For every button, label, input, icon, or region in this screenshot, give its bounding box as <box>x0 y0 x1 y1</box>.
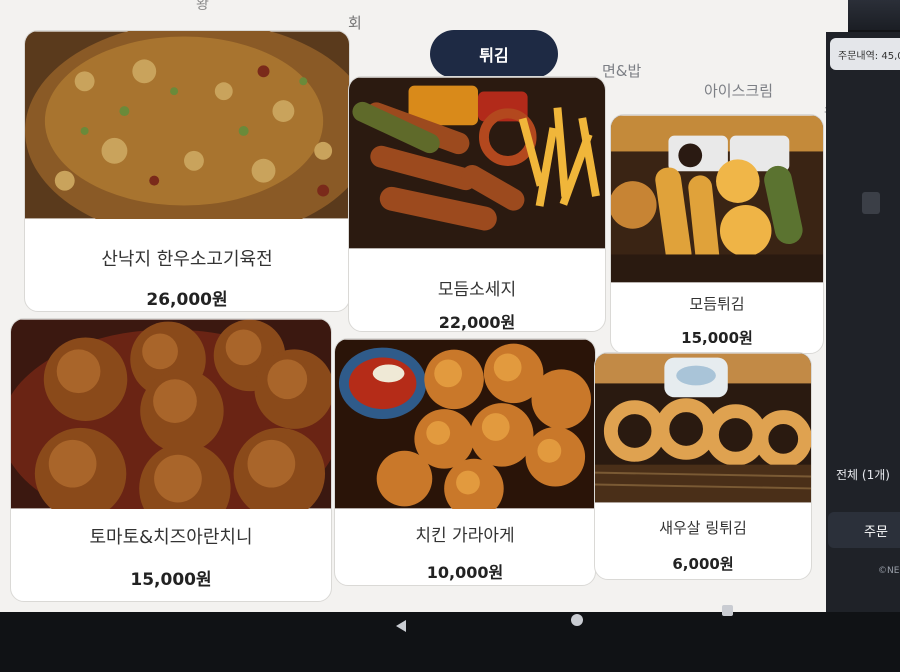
sausage-photo <box>349 77 605 249</box>
menu-card-fried-assortment[interactable]: 모듬튀김 15,000원 <box>610 114 824 354</box>
tab-fried[interactable]: 튀김 <box>430 30 558 78</box>
order-total-count: 전체 (1개) <box>836 468 890 482</box>
menu-price: 15,000원 <box>681 329 753 347</box>
arancini-photo <box>11 319 331 509</box>
menu-price: 26,000원 <box>146 290 228 310</box>
copyright-text: ©NE <box>878 566 900 576</box>
menu-name: 토마토&치즈아란치니 <box>89 527 253 548</box>
tab-icecream[interactable]: 아이스크림 <box>704 80 773 101</box>
menu-card-sausage[interactable]: 모듬소세지 22,000원 <box>348 76 606 332</box>
menu-app: 왕 회 튀김 면&밥 아이스크림 소 산낙지 한우소고기육전 26 <box>0 0 848 612</box>
menu-price: 6,000원 <box>672 555 734 573</box>
fried-assortment-photo <box>611 115 823 283</box>
menu-name: 모듬튀김 <box>689 295 745 313</box>
menu-name: 모듬소세지 <box>437 280 517 300</box>
back-icon[interactable] <box>396 620 406 632</box>
recent-apps-icon[interactable] <box>722 605 733 616</box>
header-fragment: 왕 <box>196 0 209 13</box>
shrimp-ring-photo <box>595 353 811 503</box>
menu-card-karaage[interactable]: 치킨 가라아게 10,000원 <box>334 338 596 586</box>
karaage-photo <box>335 339 595 509</box>
menu-price: 22,000원 <box>438 313 516 332</box>
menu-price: 15,000원 <box>130 570 212 590</box>
system-nav-bar <box>0 612 900 672</box>
order-summary-header: 주문내역: 45,0 <box>830 38 900 70</box>
order-item-checkbox[interactable] <box>862 192 880 214</box>
home-icon[interactable] <box>571 614 583 626</box>
menu-card-pancake[interactable]: 산낙지 한우소고기육전 26,000원 <box>24 30 350 312</box>
pancake-photo <box>25 31 349 219</box>
menu-card-shrimp-ring[interactable]: 새우살 링튀김 6,000원 <box>594 352 812 580</box>
menu-name: 치킨 가라아게 <box>415 526 515 546</box>
menu-price: 10,000원 <box>426 563 504 582</box>
menu-card-arancini[interactable]: 토마토&치즈아란치니 15,000원 <box>10 318 332 602</box>
menu-name: 새우살 링튀김 <box>659 519 747 537</box>
order-button[interactable]: 주문 <box>828 512 900 548</box>
tab-noodle-rice[interactable]: 면&밥 <box>602 60 641 81</box>
menu-name: 산낙지 한우소고기육전 <box>101 249 273 270</box>
